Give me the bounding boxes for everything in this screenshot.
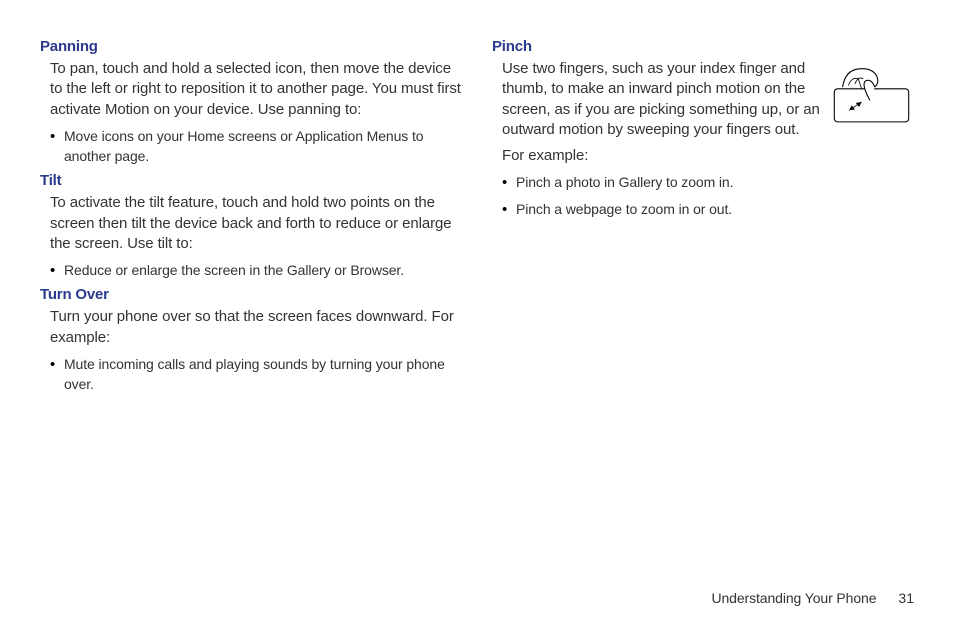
turnover-text: Turn your phone over so that the screen … — [50, 307, 462, 348]
left-column: Panning To pan, touch and hold a selecte… — [40, 38, 462, 400]
panning-bullets: Move icons on your Home screens or Appli… — [50, 126, 462, 167]
tilt-text: To activate the tilt feature, touch and … — [50, 193, 462, 254]
panning-section: Panning To pan, touch and hold a selecte… — [40, 38, 462, 166]
list-item: Move icons on your Home screens or Appli… — [50, 126, 462, 167]
list-item: Mute incoming calls and playing sounds b… — [50, 354, 462, 395]
panning-heading: Panning — [40, 38, 462, 55]
pinch-heading: Pinch — [492, 38, 914, 55]
pinch-text-block: Use two fingers, such as your index fing… — [492, 59, 821, 146]
tilt-section: Tilt To activate the tilt feature, touch… — [40, 172, 462, 280]
turnover-heading: Turn Over — [40, 286, 462, 303]
right-column: Pinch Use two fingers, such as your inde… — [492, 38, 914, 400]
list-item: Pinch a webpage to zoom in or out. — [502, 199, 914, 219]
turnover-bullets: Mute incoming calls and playing sounds b… — [50, 354, 462, 395]
turnover-section: Turn Over Turn your phone over so that t… — [40, 286, 462, 394]
footer-page-number: 31 — [898, 590, 914, 606]
pinch-content-row: Use two fingers, such as your index fing… — [492, 59, 914, 146]
list-item: Reduce or enlarge the screen in the Gall… — [50, 260, 462, 280]
pinch-text: Use two fingers, such as your index fing… — [502, 59, 821, 140]
content-columns: Panning To pan, touch and hold a selecte… — [40, 38, 914, 400]
pinch-gesture-icon — [829, 59, 914, 146]
panning-text: To pan, touch and hold a selected icon, … — [50, 59, 462, 120]
list-item: Pinch a photo in Gallery to zoom in. — [502, 172, 914, 192]
pinch-section: Pinch Use two fingers, such as your inde… — [492, 38, 914, 219]
footer-section-title: Understanding Your Phone — [711, 590, 876, 606]
page-footer: Understanding Your Phone 31 — [711, 590, 914, 606]
pinch-bullets: Pinch a photo in Gallery to zoom in. Pin… — [502, 172, 914, 219]
tilt-heading: Tilt — [40, 172, 462, 189]
tilt-bullets: Reduce or enlarge the screen in the Gall… — [50, 260, 462, 280]
pinch-example-label: For example: — [502, 146, 914, 166]
